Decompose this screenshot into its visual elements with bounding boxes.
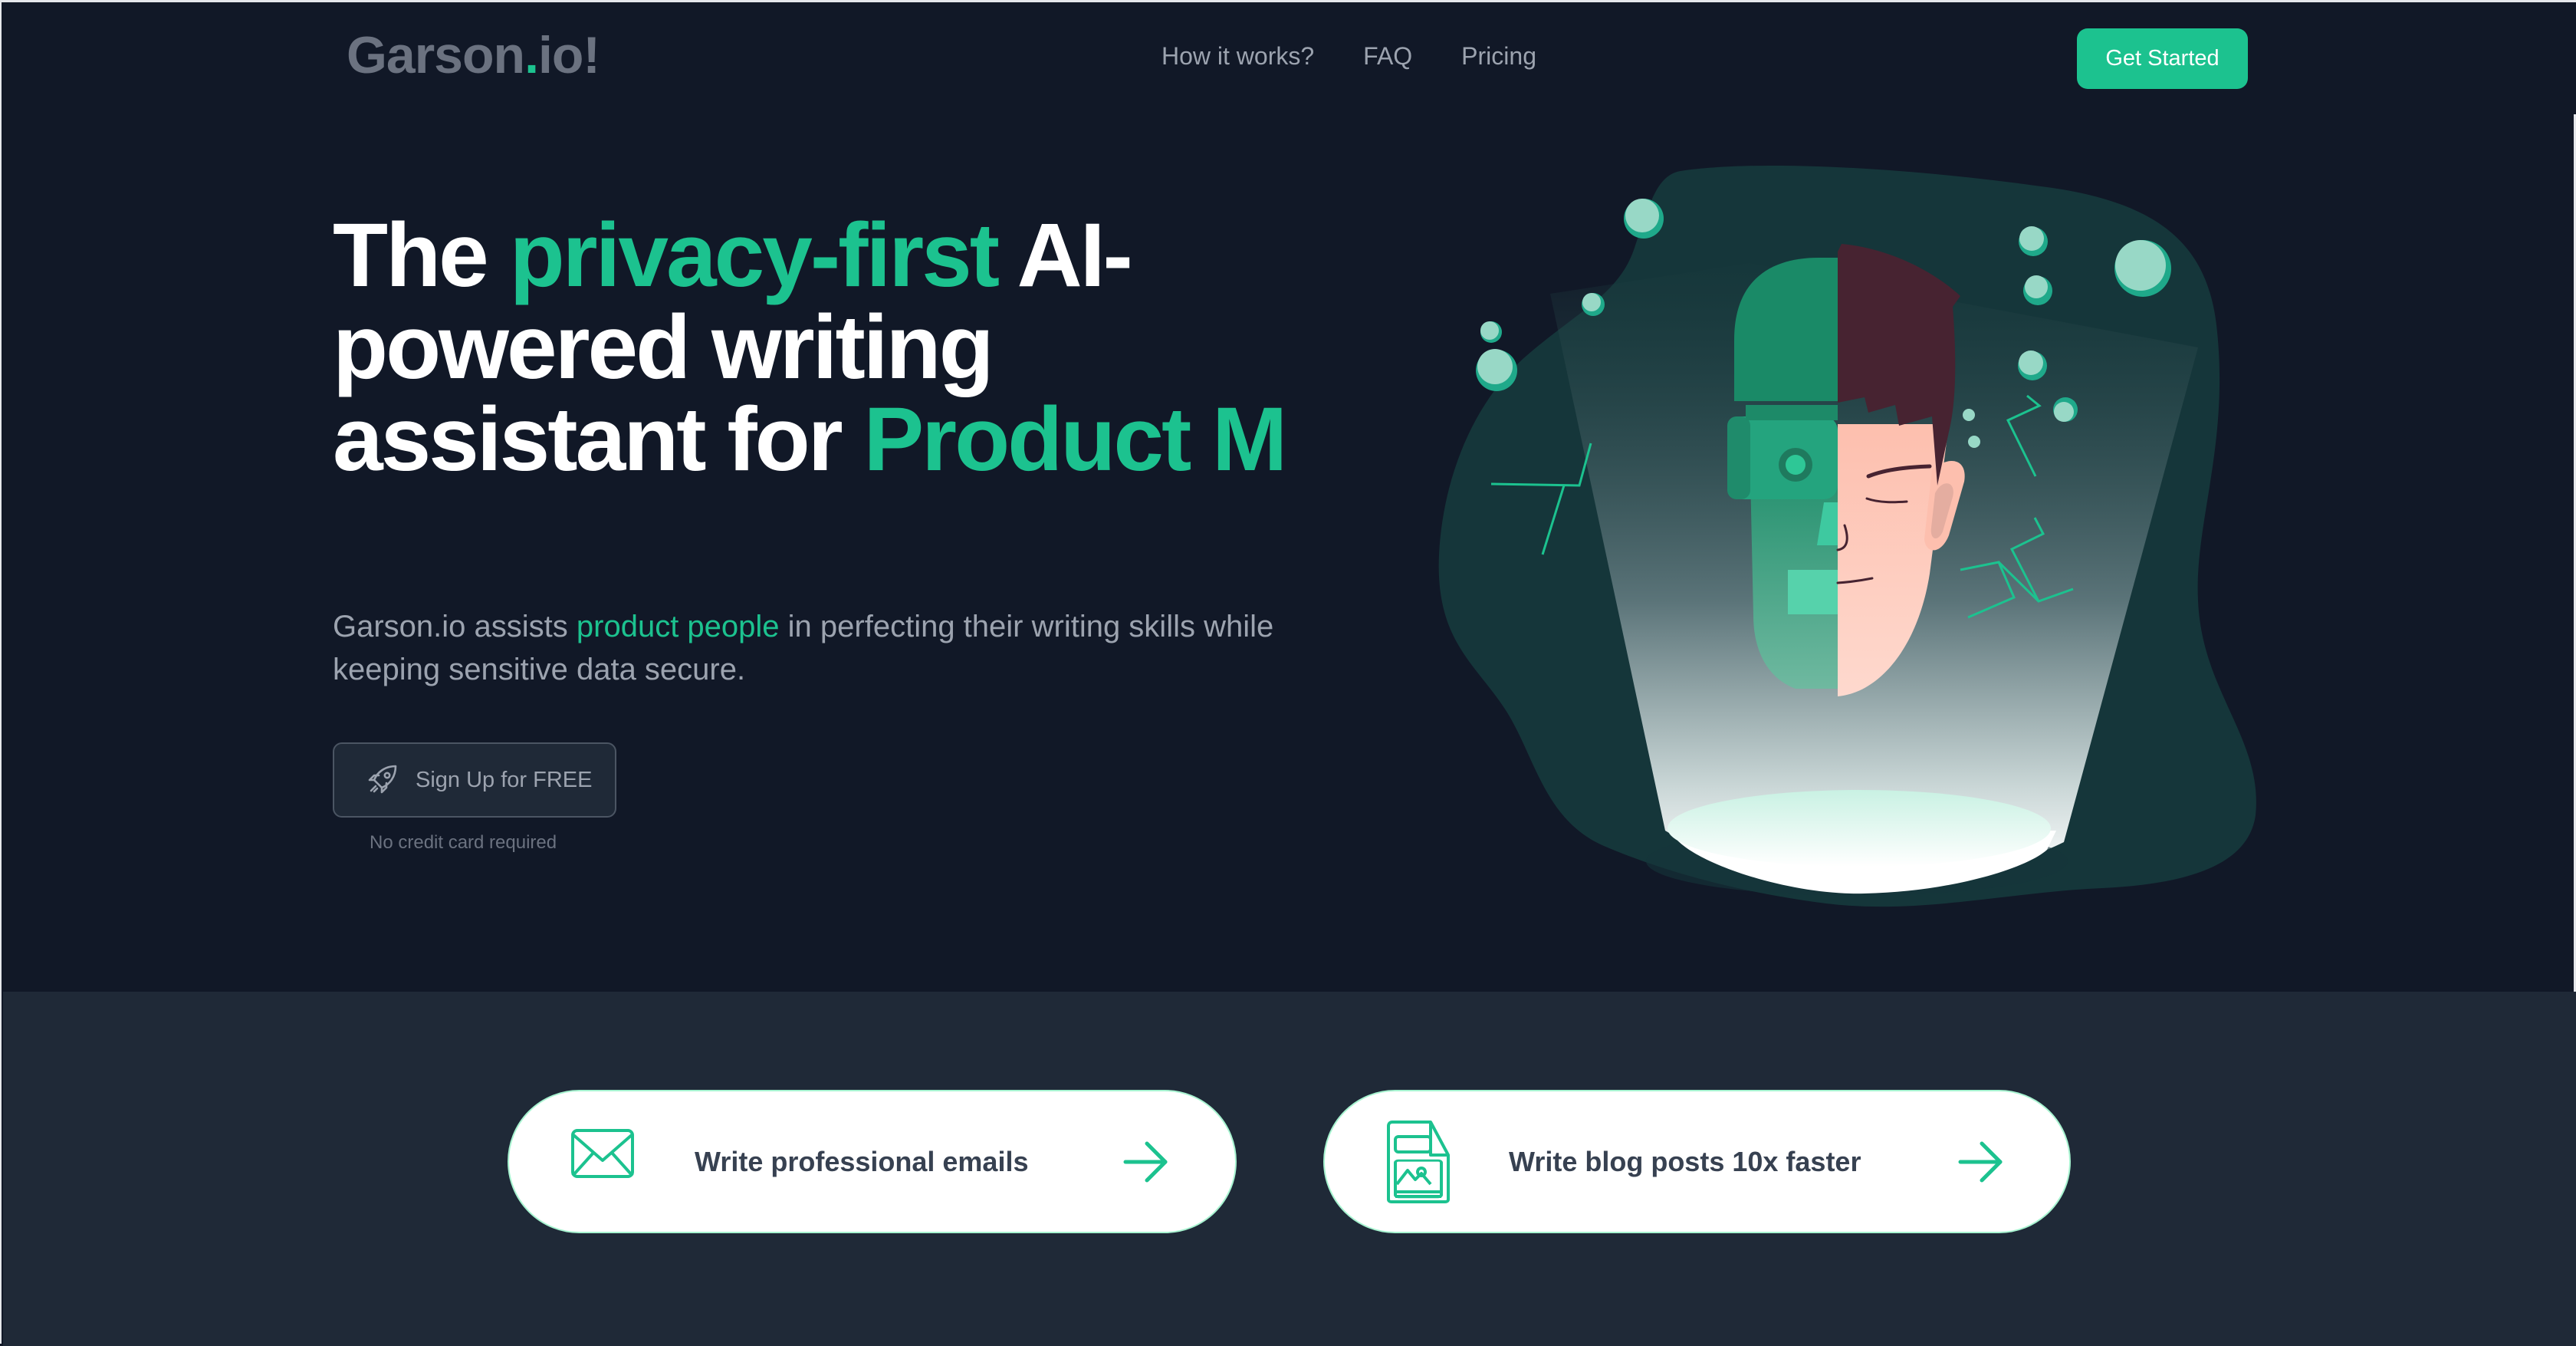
get-started-button[interactable]: Get Started: [2077, 28, 2248, 89]
nav-pricing[interactable]: Pricing: [1461, 42, 1536, 71]
rocket-icon: [368, 765, 397, 794]
arrow-right-icon: [1123, 1141, 1168, 1182]
signup-free-button[interactable]: Sign Up for FREE: [333, 742, 616, 818]
headline-typed-accent: Product M: [863, 389, 1287, 490]
features-section: [3, 992, 2576, 1346]
nav-how-it-works[interactable]: How it works?: [1162, 42, 1314, 71]
hero-subtitle: Garson.io assists product people in perf…: [333, 605, 1345, 691]
no-credit-card-note: No credit card required: [370, 832, 557, 853]
signup-label: Sign Up for FREE: [416, 767, 593, 792]
logo[interactable]: Garson.io!: [347, 25, 600, 85]
feature-label: Write professional emails: [695, 1145, 1029, 1177]
subtitle-text: Garson.io assists: [333, 610, 577, 643]
light-pad-glow: [1668, 790, 2051, 867]
feature-label: Write blog posts 10x faster: [1509, 1145, 1861, 1177]
logo-text: Garson: [347, 26, 525, 84]
hero-headline: The privacy-first AI-powered writing ass…: [333, 209, 1329, 485]
logo-tail: io!: [537, 26, 600, 84]
nav-faq[interactable]: FAQ: [1363, 42, 1412, 71]
envelope-icon: [571, 1129, 634, 1178]
main-nav: How it works? FAQ Pricing: [1162, 42, 1536, 71]
logo-dot: .: [524, 26, 539, 84]
headline-accent: privacy-first: [509, 205, 1001, 306]
arrow-right-icon: [1958, 1141, 2003, 1182]
feature-card-emails[interactable]: Write professional emails: [508, 1090, 1237, 1233]
hero-illustration: [1438, 165, 2256, 907]
feature-card-blog[interactable]: Write blog posts 10x faster: [1323, 1090, 2071, 1233]
subtitle-accent: product people: [576, 610, 780, 643]
headline-text: The: [333, 205, 510, 306]
document-image-icon: [1387, 1121, 1450, 1203]
